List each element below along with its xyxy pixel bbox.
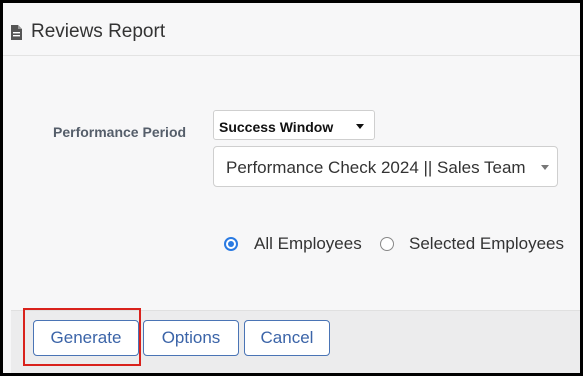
employee-scope-radio-group: All Employees Selected Employees	[3, 234, 580, 261]
selected-employees-label[interactable]: Selected Employees	[409, 234, 564, 254]
performance-period-label: Performance Period	[53, 124, 187, 140]
caret-down-icon	[541, 165, 549, 170]
period-type-value: Success Window	[219, 119, 334, 135]
caret-down-icon	[356, 124, 364, 129]
cancel-button[interactable]: Cancel	[244, 320, 330, 356]
page-title: Reviews Report	[31, 21, 166, 42]
options-button[interactable]: Options	[143, 320, 239, 356]
selected-employees-radio[interactable]	[380, 237, 394, 251]
performance-period-select[interactable]: Performance Check 2024 || Sales Team	[213, 146, 558, 187]
all-employees-radio[interactable]	[224, 237, 238, 251]
dialog-header: Reviews Report	[3, 3, 580, 56]
performance-period-value: Performance Check 2024 || Sales Team	[226, 158, 526, 177]
period-type-select[interactable]: Success Window	[213, 110, 375, 140]
generate-highlight-box	[23, 308, 141, 366]
all-employees-label[interactable]: All Employees	[254, 234, 362, 254]
document-icon	[11, 25, 22, 40]
